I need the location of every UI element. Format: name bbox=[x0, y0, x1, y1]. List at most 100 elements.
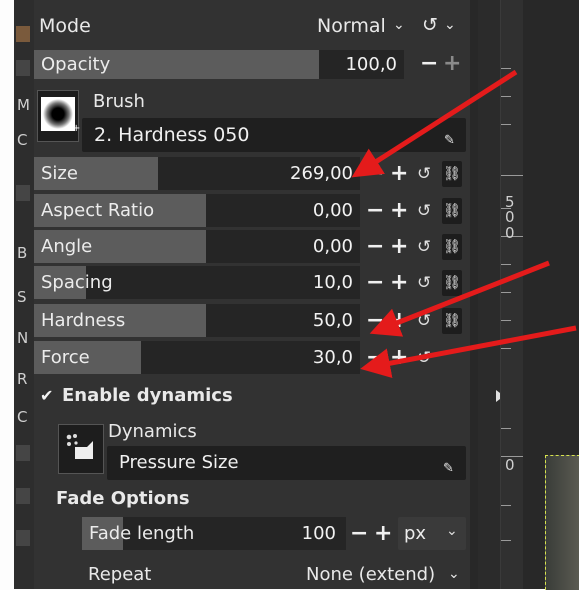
chevron-down-icon: ⌄ bbox=[393, 17, 405, 33]
link-icon[interactable]: ⛓ bbox=[442, 198, 462, 224]
reset-icon[interactable]: ↺ bbox=[417, 238, 431, 256]
vertical-scrollbar[interactable] bbox=[478, 0, 500, 589]
spacing-decrement-button[interactable]: − bbox=[366, 272, 384, 294]
size-label: Size bbox=[41, 163, 78, 184]
repeat-dropdown[interactable]: None (extend) ⌄ bbox=[294, 558, 466, 589]
force-label: Force bbox=[41, 347, 90, 368]
ruler-tick bbox=[501, 505, 511, 506]
brush-label: Brush bbox=[93, 91, 145, 112]
force-value: 30,0 bbox=[312, 347, 353, 368]
link-icon[interactable]: ⛓ bbox=[442, 234, 462, 260]
left-dock-strip: M C B S N R C bbox=[14, 0, 34, 589]
canvas-image[interactable] bbox=[545, 455, 579, 590]
opacity-value: 100,0 bbox=[345, 54, 397, 75]
spacing-value: 10,0 bbox=[312, 272, 353, 293]
dynamics-preview[interactable] bbox=[58, 424, 104, 474]
reset-icon: ↺ bbox=[422, 14, 438, 36]
reset-icon[interactable]: ↺ bbox=[417, 202, 431, 220]
aspect-ratio-increment-button[interactable]: + bbox=[390, 200, 408, 222]
ruler-tick bbox=[501, 428, 511, 429]
hardness-increment-button[interactable]: + bbox=[390, 310, 408, 332]
fade-length-slider[interactable]: Fade length 100 bbox=[82, 517, 346, 550]
aspect-ratio-slider[interactable]: Aspect Ratio 0,00 bbox=[34, 194, 360, 227]
force-increment-button[interactable]: + bbox=[390, 347, 408, 369]
link-icon[interactable]: ⛓ bbox=[442, 270, 462, 296]
dynamics-icon bbox=[65, 433, 95, 461]
vertical-ruler: 5 0 0 0 bbox=[500, 0, 523, 589]
enable-dynamics-checkbox[interactable]: ✔ bbox=[40, 386, 53, 405]
angle-label: Angle bbox=[41, 236, 93, 257]
ruler-tick bbox=[501, 96, 511, 97]
opacity-slider[interactable]: Opacity 100,0 bbox=[34, 50, 404, 79]
hardness-label: Hardness bbox=[41, 310, 126, 331]
size-value: 269,00 bbox=[290, 163, 353, 184]
repeat-label: Repeat bbox=[88, 564, 152, 585]
link-icon[interactable]: ⛓ bbox=[442, 308, 462, 334]
brush-preview[interactable]: + bbox=[37, 90, 81, 142]
spacing-label: Spacing bbox=[41, 272, 113, 293]
left-strip-char: M bbox=[17, 96, 30, 114]
dynamics-name: Pressure Size bbox=[119, 452, 239, 473]
mode-value: Normal bbox=[317, 15, 386, 37]
opacity-increment-button[interactable]: + bbox=[443, 53, 461, 75]
ruler-number: 0 bbox=[505, 224, 515, 242]
spacing-increment-button[interactable]: + bbox=[390, 272, 408, 294]
reset-icon[interactable]: ↺ bbox=[417, 312, 431, 330]
reset-icon[interactable]: ↺ bbox=[417, 349, 431, 367]
spacing-slider[interactable]: Spacing 10,0 bbox=[34, 266, 360, 299]
fade-unit-value: px bbox=[404, 523, 427, 544]
mode-reset-dropdown[interactable]: ↺ ⌄ bbox=[418, 12, 464, 42]
left-strip-swatch bbox=[16, 26, 30, 42]
reset-icon[interactable]: ↺ bbox=[417, 165, 431, 183]
mode-label: Mode bbox=[39, 15, 91, 37]
fade-unit-dropdown[interactable]: px ⌄ bbox=[398, 517, 466, 550]
angle-slider[interactable]: Angle 0,00 bbox=[34, 230, 360, 263]
left-strip-bar bbox=[16, 60, 30, 76]
tool-options-panel: Mode Normal ⌄ ↺ ⌄ Opacity 100,0 − + + Br… bbox=[34, 0, 470, 589]
ruler-number: 0 bbox=[505, 456, 515, 474]
ruler-number: 5 bbox=[505, 193, 515, 211]
hardness-decrement-button[interactable]: − bbox=[366, 310, 384, 332]
left-strip-char: C bbox=[17, 131, 28, 149]
mode-dropdown[interactable]: Normal ⌄ bbox=[304, 12, 414, 42]
ruler-tick bbox=[501, 68, 511, 69]
left-strip-bar bbox=[16, 185, 30, 201]
fade-length-label: Fade length bbox=[89, 523, 195, 544]
chevron-down-icon: ⌄ bbox=[446, 523, 458, 539]
brush-name: 2. Hardness 050 bbox=[94, 124, 250, 146]
force-decrement-button[interactable]: − bbox=[366, 347, 384, 369]
left-strip-bar bbox=[16, 445, 30, 461]
size-decrement-button[interactable]: − bbox=[366, 163, 384, 185]
size-slider[interactable]: Size 269,00 bbox=[34, 157, 360, 190]
angle-decrement-button[interactable]: − bbox=[366, 236, 384, 258]
repeat-value: None (extend) bbox=[306, 564, 436, 585]
ruler-tick bbox=[501, 124, 511, 125]
fade-options-title: Fade Options bbox=[56, 488, 190, 509]
edit-icon[interactable]: ✎ bbox=[443, 461, 454, 476]
brush-name-field[interactable]: 2. Hardness 050 ✎ bbox=[82, 118, 466, 152]
dynamics-name-field[interactable]: Pressure Size ✎ bbox=[107, 446, 466, 480]
ruler-tick bbox=[501, 320, 511, 321]
link-icon[interactable]: ⛓ bbox=[442, 161, 462, 187]
angle-increment-button[interactable]: + bbox=[390, 236, 408, 258]
fade-length-decrement-button[interactable]: − bbox=[350, 523, 368, 545]
aspect-ratio-value: 0,00 bbox=[312, 200, 353, 221]
opacity-label: Opacity bbox=[41, 54, 111, 75]
fade-length-value: 100 bbox=[301, 523, 336, 544]
ruler-tick bbox=[501, 175, 523, 176]
reset-icon[interactable]: ↺ bbox=[417, 274, 431, 292]
force-slider[interactable]: Force 30,0 bbox=[34, 341, 360, 374]
opacity-decrement-button[interactable]: − bbox=[420, 53, 438, 75]
left-strip-char: B bbox=[17, 244, 28, 262]
hardness-slider[interactable]: Hardness 50,0 bbox=[34, 304, 360, 337]
canvas-area: 5 0 0 0 bbox=[470, 0, 579, 590]
edit-icon[interactable]: ✎ bbox=[444, 133, 455, 148]
plus-icon: + bbox=[72, 123, 81, 134]
fade-length-increment-button[interactable]: + bbox=[374, 523, 392, 545]
aspect-ratio-decrement-button[interactable]: − bbox=[366, 200, 384, 222]
size-increment-button[interactable]: + bbox=[390, 163, 408, 185]
left-strip-bar bbox=[16, 488, 30, 504]
left-strip-bar bbox=[16, 530, 30, 546]
ruler-number: 0 bbox=[505, 208, 515, 226]
chevron-down-icon: ⌄ bbox=[448, 566, 460, 582]
